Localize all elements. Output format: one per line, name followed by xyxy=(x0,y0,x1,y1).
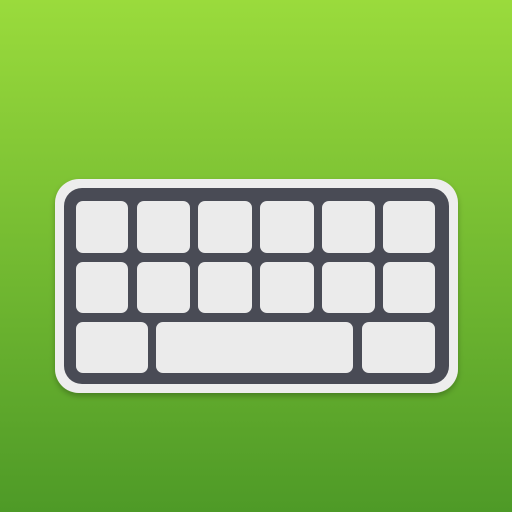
key-r2-2 xyxy=(137,262,190,313)
key-r2-4 xyxy=(260,262,314,313)
key-spacebar xyxy=(156,322,353,373)
key-r2-5 xyxy=(322,262,375,313)
key-r1-3 xyxy=(198,201,252,253)
key-r1-1 xyxy=(76,201,128,253)
key-r1-5 xyxy=(322,201,375,253)
key-r1-6 xyxy=(383,201,435,253)
key-left-wide xyxy=(76,322,148,373)
key-r1-4 xyxy=(260,201,314,253)
key-r1-2 xyxy=(137,201,190,253)
app-icon xyxy=(0,0,512,512)
key-r2-3 xyxy=(198,262,252,313)
key-r2-1 xyxy=(76,262,128,313)
key-r2-6 xyxy=(383,262,435,313)
app-icon-canvas xyxy=(0,0,512,512)
key-right-wide xyxy=(362,322,435,373)
